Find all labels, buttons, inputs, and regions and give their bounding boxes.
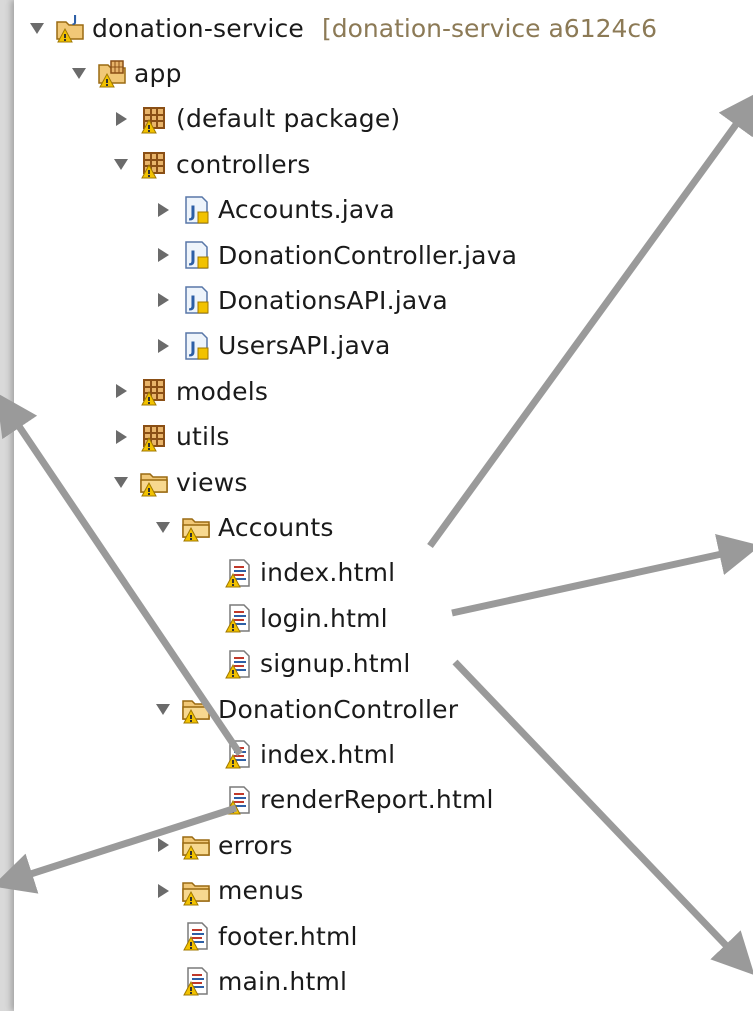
tree-item-default-package[interactable]: (default package) [110,97,400,141]
tree-item-label: main.html [218,966,348,996]
svg-text:J: J [189,338,196,357]
html-file-icon [222,602,254,634]
project-icon: J [54,12,86,44]
tree-item-label: login.html [260,603,388,633]
tree-item-models[interactable]: models [110,369,268,413]
folder-icon [138,466,170,498]
tree-item-label: models [176,376,269,406]
folder-icon [180,829,212,861]
collapse-right-triangle-icon[interactable] [110,380,132,402]
tree-item-usersapi-java[interactable]: J UsersAPI.java [152,324,391,368]
collapse-right-triangle-icon[interactable] [152,335,174,357]
html-file-icon [222,784,254,816]
tree-item-views[interactable]: views [110,460,248,504]
tree-item-label: Accounts.java [218,195,395,225]
tree-item-donationsapi-java[interactable]: J DonationsAPI.java [152,278,448,322]
expand-down-triangle-icon[interactable] [152,516,174,538]
tree-item-label: Accounts [218,512,334,542]
html-file-icon [222,557,254,589]
tree-item-errors[interactable]: errors [152,823,293,867]
tree-item-main[interactable]: main.html [152,959,347,1003]
collapse-right-triangle-icon[interactable] [110,426,132,448]
tree-item-app[interactable]: app [68,51,182,95]
tree-item-accounts-folder[interactable]: Accounts [152,505,334,549]
expand-down-triangle-icon[interactable] [110,471,132,493]
tree-item-label: errors [218,830,293,860]
svg-text:J: J [189,202,196,221]
collapse-right-triangle-icon[interactable] [152,834,174,856]
source-folder-icon [96,57,128,89]
svg-text:J: J [189,247,196,266]
tree-item-accounts-login[interactable]: login.html [194,596,388,640]
collapse-right-triangle-icon[interactable] [152,289,174,311]
package-icon [138,421,170,453]
collapse-right-triangle-icon[interactable] [152,244,174,266]
tree-item-label: DonationController [218,694,459,724]
tree-item-label: DonationsAPI.java [218,285,448,315]
tree-item-label: signup.html [260,649,411,679]
svg-text:J: J [189,292,196,311]
tree-item-label: (default package) [176,104,401,134]
html-file-icon [180,920,212,952]
tree-item-label: controllers [176,149,311,179]
tree-item-dc-renderreport[interactable]: renderReport.html [194,778,494,822]
tree-item-label: renderReport.html [260,785,494,815]
tree-item-footer[interactable]: footer.html [152,914,358,958]
java-file-icon: J [180,330,212,362]
html-file-icon [222,738,254,770]
tree-item-controllers[interactable]: controllers [110,142,311,186]
tree-item-project[interactable]: Jdonation-service [donation-service a6124… [26,6,657,50]
tree-item-dc-index[interactable]: index.html [194,732,395,776]
html-file-icon [222,648,254,680]
html-file-icon [180,965,212,997]
tree-item-utils[interactable]: utils [110,415,230,459]
folder-icon [180,693,212,725]
tree-item-accounts-index[interactable]: index.html [194,551,395,595]
expand-down-triangle-icon[interactable] [110,153,132,175]
expand-down-triangle-icon[interactable] [152,698,174,720]
tree-item-label: index.html [260,739,396,769]
tree-item-label: UsersAPI.java [218,331,391,361]
tree-item-label: utils [176,422,230,452]
tree-item-label: donation-service [92,13,304,43]
tree-item-donationcontroller-java[interactable]: J DonationController.java [152,233,517,277]
svg-text:J: J [72,13,77,26]
tree-item-menus[interactable]: menus [152,869,303,913]
package-icon [138,148,170,180]
tree-item-label: app [134,58,182,88]
folder-icon [180,875,212,907]
java-file-icon: J [180,194,212,226]
tree-item-label: views [176,467,248,497]
tree-item-donationcontroller-folder[interactable]: DonationController [152,687,458,731]
tree-item-label: index.html [260,558,396,588]
tree-item-accounts-java[interactable]: J Accounts.java [152,188,395,232]
tree-item-label: menus [218,876,304,906]
tree-item-accounts-signup[interactable]: signup.html [194,642,411,686]
expand-down-triangle-icon[interactable] [26,17,48,39]
java-file-icon: J [180,284,212,316]
package-icon [138,375,170,407]
package-icon [138,103,170,135]
collapse-right-triangle-icon[interactable] [152,880,174,902]
collapse-right-triangle-icon[interactable] [152,199,174,221]
folder-icon [180,511,212,543]
java-file-icon: J [180,239,212,271]
expand-down-triangle-icon[interactable] [68,62,90,84]
repository-decoration: [donation-service a6124c6 [322,13,658,43]
tree-item-label: footer.html [218,921,358,951]
collapse-right-triangle-icon[interactable] [110,108,132,130]
package-explorer-panel: Jdonation-service [donation-service a6124… [14,0,753,1011]
tree-item-label: DonationController.java [218,240,518,270]
